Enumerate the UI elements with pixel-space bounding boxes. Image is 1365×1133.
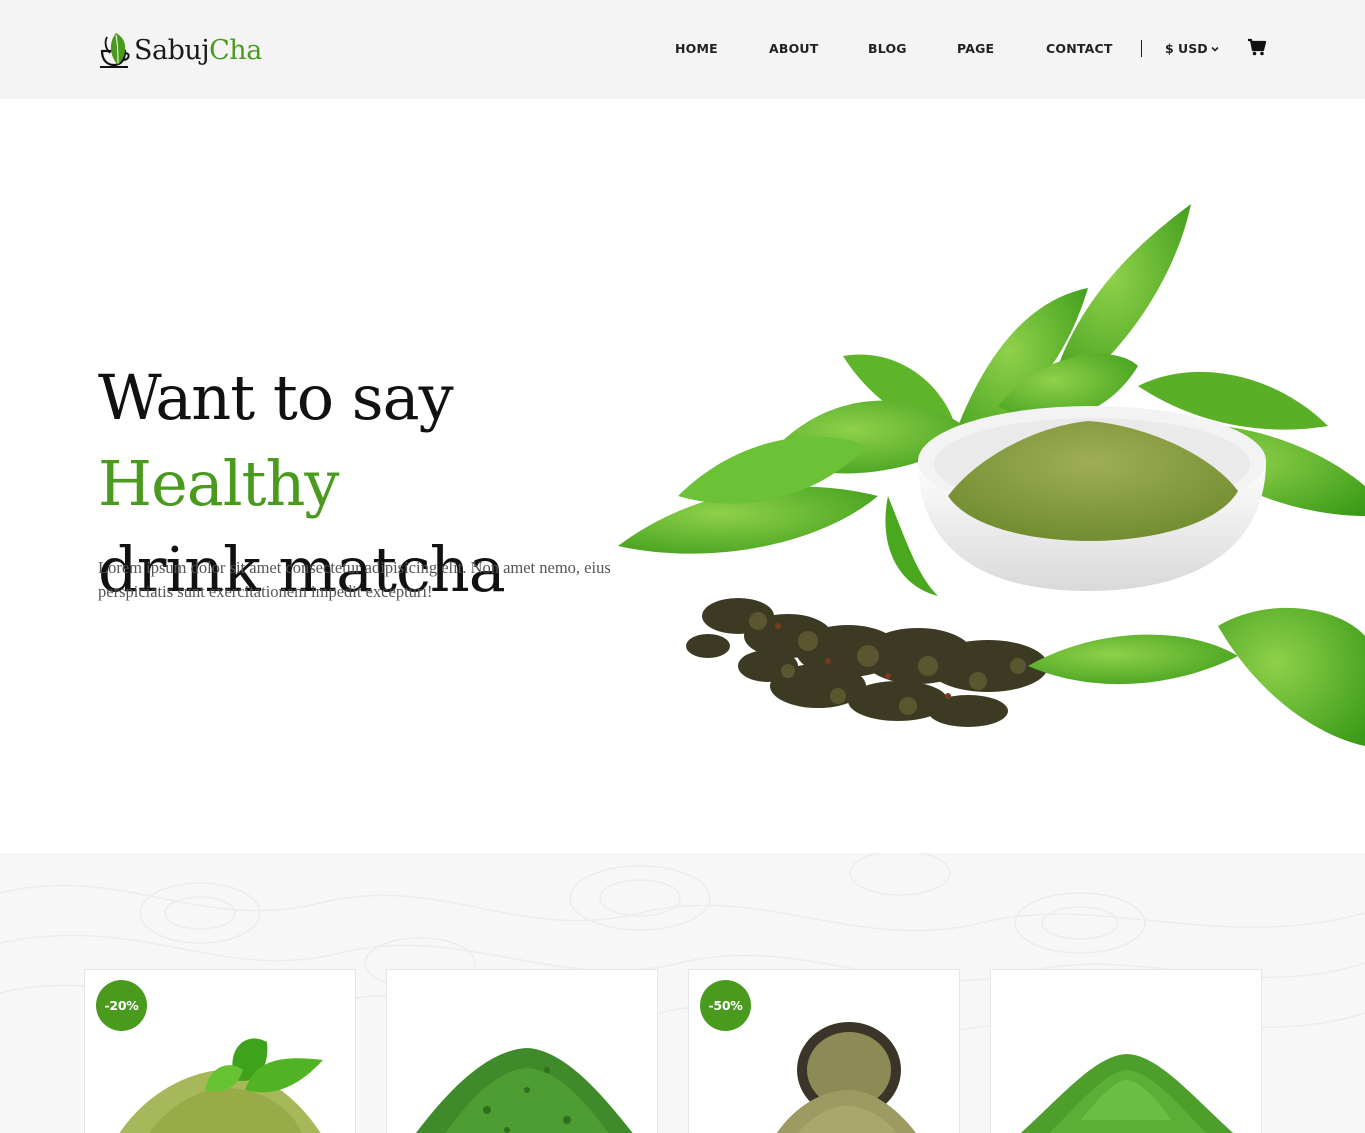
matcha-bowl-with-tea-leaves-image xyxy=(618,204,1365,746)
chevron-down-icon xyxy=(1211,46,1219,52)
product-card[interactable]: -50% xyxy=(688,969,960,1133)
product-card[interactable] xyxy=(990,969,1262,1133)
product-card[interactable]: -20% xyxy=(84,969,356,1133)
green-tea-leaf-pile-image xyxy=(415,1048,633,1133)
tea-cup-leaf-icon xyxy=(100,33,130,68)
nav-item-about[interactable]: ABOUT xyxy=(769,41,819,56)
hero-title-part1: Want to say xyxy=(98,361,454,434)
nav-item-contact[interactable]: CONTACT xyxy=(1046,41,1113,56)
nav-divider xyxy=(1141,40,1142,57)
main-nav: HOME ABOUT BLOG PAGE CONTACT $ USD xyxy=(665,0,1365,99)
brand-name-part2: Cha xyxy=(209,34,262,66)
discount-badge: -20% xyxy=(96,980,147,1031)
hero-title-highlight: Healthy xyxy=(98,447,339,520)
currency-selector[interactable]: $ USD xyxy=(1165,41,1219,56)
nav-item-home[interactable]: HOME xyxy=(675,41,718,56)
product-card[interactable] xyxy=(386,969,658,1133)
brand-logo[interactable]: SabujCha xyxy=(98,28,262,72)
brand-name-part1: Sabuj xyxy=(134,34,210,66)
nav-item-blog[interactable]: BLOG xyxy=(868,41,907,56)
matcha-powder-pile-image xyxy=(1020,1054,1234,1133)
cart-icon[interactable] xyxy=(1247,38,1267,56)
products-section: -20% -50% xyxy=(0,853,1365,1133)
nav-item-page[interactable]: PAGE xyxy=(957,41,994,56)
discount-badge: -50% xyxy=(700,980,751,1031)
brand-name: SabujCha xyxy=(134,35,262,66)
site-header: SabujCha HOME ABOUT BLOG PAGE CONTACT $ … xyxy=(0,0,1365,99)
hero-description: Lorem ipsum dolor sit amet consectetur a… xyxy=(98,558,611,601)
currency-label: $ USD xyxy=(1165,41,1208,56)
